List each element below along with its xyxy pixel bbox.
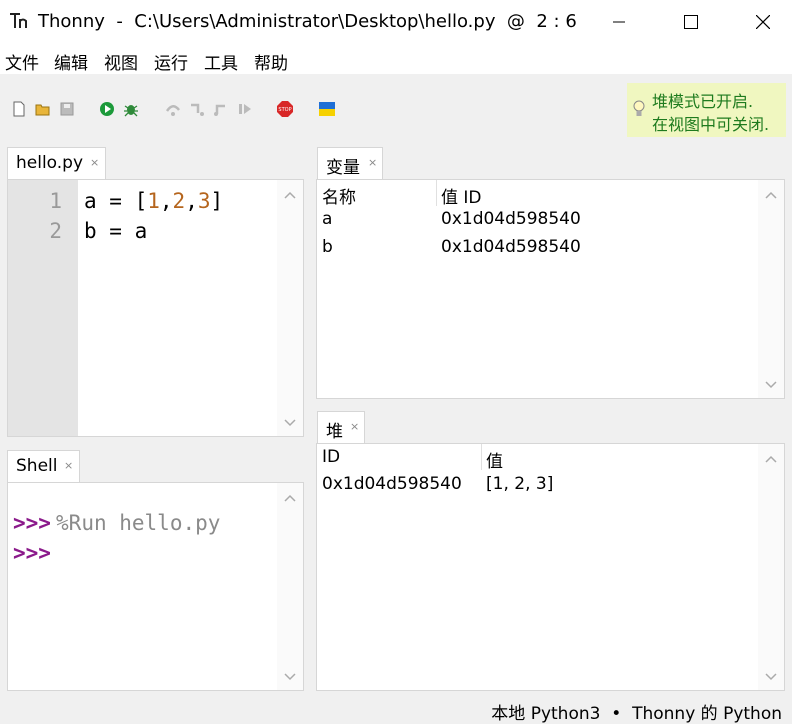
close-tab-icon[interactable]: × (368, 156, 377, 169)
maximize-icon (684, 15, 698, 29)
tab-label: hello.py (16, 153, 84, 173)
column-header-value[interactable]: 值 (486, 447, 503, 472)
close-tab-icon[interactable]: × (90, 156, 99, 169)
tab-label: 变量 (326, 158, 360, 178)
column-header-name[interactable]: 名称 (322, 183, 356, 208)
stop-icon[interactable]: STOP (276, 100, 294, 118)
shell-pane[interactable]: >>> %Run hello.py >>> (7, 482, 304, 691)
variable-name[interactable]: a (322, 209, 332, 229)
variables-pane[interactable]: 名称 值 ID a 0x1d04d598540 b 0x1d04d598540 (316, 179, 785, 399)
chevron-up-icon[interactable] (764, 190, 778, 200)
code-line[interactable]: b = a (84, 219, 147, 243)
number-literal: 3 (197, 189, 211, 213)
chevron-up-icon[interactable] (283, 190, 297, 200)
run-icon[interactable] (98, 100, 116, 118)
interpreter-status[interactable]: 本地 Python3 • Thonny 的 Python (491, 699, 782, 724)
heap-pane[interactable]: ID 值 0x1d04d598540 [1, 2, 3] (316, 443, 785, 691)
menu-help[interactable]: 帮助 (254, 49, 288, 74)
editor-scrollbar[interactable] (277, 180, 303, 436)
code-token: , (159, 189, 173, 213)
number-literal: 2 (172, 189, 186, 213)
menu-edit[interactable]: 编辑 (54, 49, 88, 74)
code-line[interactable]: a = [1,2,3] (84, 189, 223, 213)
shell-run-line: >>> %Run hello.py (13, 511, 220, 535)
column-divider[interactable] (436, 180, 437, 206)
minimize-icon (613, 21, 625, 23)
chevron-up-icon[interactable] (283, 493, 297, 503)
menu-run[interactable]: 运行 (154, 49, 188, 74)
minimize-button[interactable] (596, 0, 642, 44)
variable-id[interactable]: 0x1d04d598540 (441, 209, 581, 229)
code-token: b = a (84, 219, 148, 243)
chevron-down-icon[interactable] (764, 380, 778, 390)
step-over-icon[interactable] (164, 100, 182, 118)
line-number: 1 (49, 189, 62, 213)
tab-label: 堆 (326, 422, 343, 442)
debug-bug-icon[interactable] (122, 100, 140, 118)
column-divider[interactable] (481, 444, 482, 470)
maximize-button[interactable] (668, 0, 714, 44)
variables-scrollbar[interactable] (758, 180, 784, 398)
step-into-icon[interactable] (188, 100, 206, 118)
heap-object-id[interactable]: 0x1d04d598540 (322, 474, 462, 494)
chevron-down-icon[interactable] (764, 672, 778, 682)
save-icon[interactable] (58, 100, 76, 118)
shell-prompt: >>> (13, 511, 51, 535)
step-out-icon[interactable] (212, 100, 230, 118)
heap-mode-notice: 堆模式已开启. 在视图中可关闭. (627, 83, 786, 137)
code-token: a = [ (84, 189, 148, 213)
chevron-down-icon[interactable] (283, 418, 297, 428)
tab-shell[interactable]: Shell × (7, 450, 80, 483)
chevron-down-icon[interactable] (283, 672, 297, 682)
tab-label: Shell (16, 456, 58, 476)
menu-bar: 文件 编辑 视图 运行 工具 帮助 (0, 44, 792, 74)
tab-variables[interactable]: 变量 × (317, 147, 383, 180)
new-file-icon[interactable] (10, 100, 28, 118)
shell-prompt: >>> (13, 541, 51, 565)
menu-view[interactable]: 视图 (104, 49, 138, 74)
chevron-up-icon[interactable] (764, 454, 778, 464)
title-bar: Thonny - C:\Users\Administrator\Desktop\… (0, 0, 792, 44)
variable-id[interactable]: 0x1d04d598540 (441, 237, 581, 257)
number-literal: 1 (147, 189, 160, 213)
code-token: , (185, 189, 198, 213)
open-folder-icon[interactable] (34, 100, 52, 118)
tab-hello-py[interactable]: hello.py × (7, 147, 106, 180)
heap-scrollbar[interactable] (758, 444, 784, 690)
tab-heap[interactable]: 堆 × (317, 411, 365, 444)
notice-line-2: 在视图中可关闭. (652, 115, 770, 134)
notice-line-1: 堆模式已开启. (652, 92, 754, 111)
resume-icon[interactable] (236, 100, 254, 118)
shell-input-line[interactable]: >>> (13, 541, 51, 565)
ukraine-flag-icon[interactable] (318, 100, 336, 118)
line-number: 2 (49, 219, 62, 243)
menu-file[interactable]: 文件 (5, 49, 39, 74)
close-icon (756, 15, 770, 29)
close-tab-icon[interactable]: × (350, 420, 359, 433)
lightbulb-icon (633, 100, 645, 116)
variable-name[interactable]: b (322, 237, 333, 257)
window-title: Thonny - C:\Users\Administrator\Desktop\… (38, 11, 577, 32)
column-header-id[interactable]: ID (322, 447, 340, 467)
svg-text:STOP: STOP (278, 107, 291, 113)
line-number-gutter: 1 2 (8, 180, 78, 436)
close-window-button[interactable] (740, 0, 786, 44)
shell-scrollbar[interactable] (277, 483, 303, 690)
column-header-value-id[interactable]: 值 ID (441, 183, 482, 208)
close-tab-icon[interactable]: × (64, 459, 73, 472)
shell-command: %Run hello.py (56, 511, 221, 535)
code-token: ] (210, 189, 224, 213)
thonny-logo-icon (10, 13, 27, 28)
heap-object-value[interactable]: [1, 2, 3] (486, 474, 553, 494)
menu-tools[interactable]: 工具 (204, 49, 238, 74)
